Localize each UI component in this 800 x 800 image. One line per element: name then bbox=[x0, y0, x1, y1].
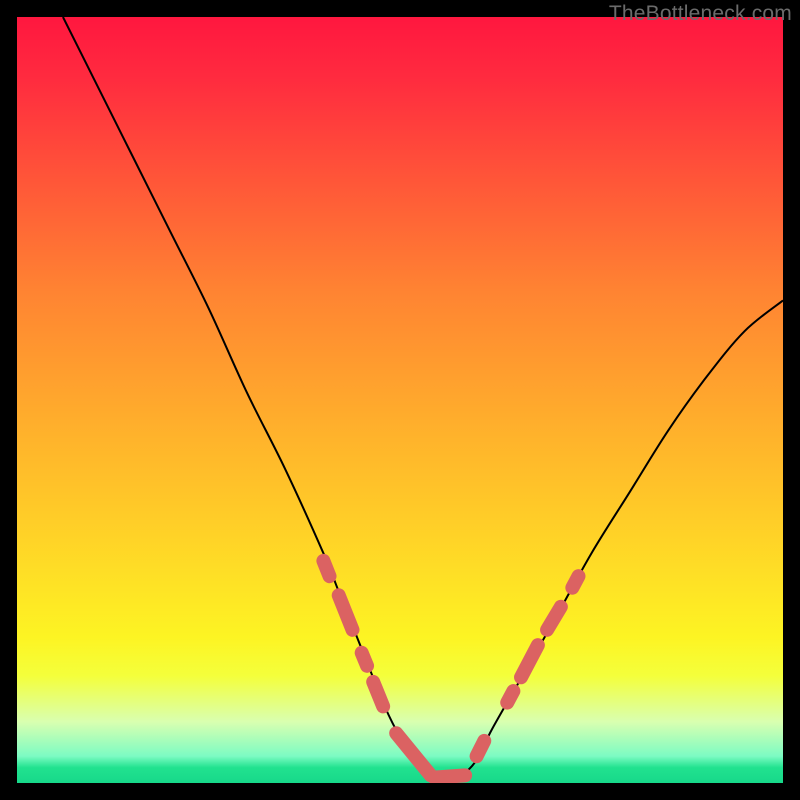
watermark-text: TheBottleneck.com bbox=[609, 2, 792, 26]
curve-markers bbox=[323, 561, 578, 778]
chart-plot-area bbox=[17, 17, 783, 783]
bottleneck-curve bbox=[63, 17, 783, 779]
chart-svg bbox=[17, 17, 783, 783]
